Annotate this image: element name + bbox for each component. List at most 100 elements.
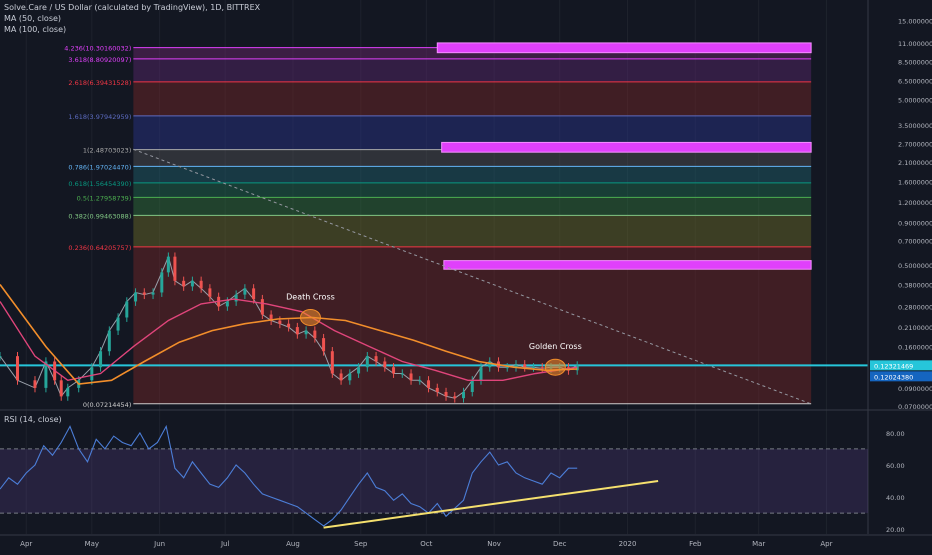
candle-body bbox=[134, 292, 138, 302]
rsi-band bbox=[0, 448, 868, 514]
y-tick-label: 5.00000000 bbox=[898, 97, 932, 105]
candle-body bbox=[462, 391, 466, 399]
fib-band bbox=[133, 81, 812, 116]
candle-body bbox=[90, 367, 94, 381]
y-tick-label: 15.00000000 bbox=[898, 18, 932, 26]
candle-body bbox=[225, 301, 229, 307]
fib-band bbox=[133, 58, 812, 82]
y-tick-label: 0.28000000 bbox=[898, 303, 932, 311]
candle-body bbox=[313, 330, 317, 339]
candle-body bbox=[348, 373, 352, 381]
candle-body bbox=[304, 330, 308, 335]
candle-body bbox=[418, 380, 422, 382]
fib-band bbox=[133, 215, 812, 247]
y-tick-label: 0.90000000 bbox=[898, 220, 932, 228]
cross-annotation: Golden Cross bbox=[529, 342, 582, 351]
chart-title: Solve.Care / US Dollar (calculated by Tr… bbox=[4, 3, 261, 12]
candle-body bbox=[0, 356, 2, 358]
fib-level-label: 0.236(0.64205757) bbox=[68, 244, 131, 252]
chart-canvas: 0(0.07214454) 0.236(0.64205757) 0.382(0.99… bbox=[0, 0, 932, 550]
y-tick-label: 2.10000000 bbox=[898, 159, 932, 167]
x-tick-label: May bbox=[85, 540, 99, 548]
target-zone bbox=[443, 260, 812, 270]
candle-body bbox=[435, 387, 439, 392]
rsi-tick-label: 80.00 bbox=[886, 430, 905, 438]
fib-band bbox=[133, 182, 812, 198]
candle-body bbox=[199, 280, 203, 289]
candle-body bbox=[339, 373, 343, 381]
fib-level-label: 0.5(1.27958739) bbox=[77, 194, 132, 202]
x-tick-label: Mar bbox=[752, 540, 765, 548]
x-tick-label: Nov bbox=[487, 540, 501, 548]
x-tick-label: Oct bbox=[420, 540, 432, 548]
candle-body bbox=[208, 288, 212, 297]
fib-band bbox=[133, 197, 812, 216]
x-tick-label: Sep bbox=[354, 540, 368, 548]
rsi-tick-label: 20.00 bbox=[886, 526, 905, 534]
x-tick-label: Dec bbox=[553, 540, 567, 548]
fib-level-label: 2.618(6.39431528) bbox=[68, 79, 131, 87]
candle-body bbox=[99, 351, 103, 368]
candle-body bbox=[400, 373, 404, 375]
candle-body bbox=[322, 338, 326, 352]
candle-body bbox=[142, 292, 146, 295]
x-tick-label: Aug bbox=[286, 540, 300, 548]
cross-marker bbox=[544, 358, 566, 376]
y-tick-label: 6.50000000 bbox=[898, 78, 932, 86]
candle-body bbox=[453, 396, 457, 399]
fib-level-label: 1.618(3.97942959) bbox=[68, 113, 131, 121]
candle-body bbox=[116, 317, 120, 331]
candle-body bbox=[151, 292, 155, 295]
price-tag-label: 0.12024380 bbox=[874, 373, 913, 381]
y-tick-label: 1.60000000 bbox=[898, 178, 932, 186]
cross-marker bbox=[299, 308, 321, 326]
fib-level-label: 4.236(10.30160032) bbox=[64, 45, 131, 53]
x-tick-label: Jul bbox=[220, 540, 230, 548]
candle-body bbox=[278, 320, 282, 324]
candle-body bbox=[427, 380, 431, 388]
x-tick-label: Jun bbox=[153, 540, 165, 548]
rsi-legend: RSI (14, close) bbox=[4, 415, 62, 424]
candle-body bbox=[125, 301, 129, 318]
candle-body bbox=[383, 361, 387, 368]
candle-body bbox=[243, 288, 247, 295]
target-zone bbox=[436, 42, 812, 54]
candle-body bbox=[357, 367, 361, 374]
fib-level-label: 0.382(0.99463088) bbox=[68, 212, 131, 220]
rsi-tick-label: 40.00 bbox=[886, 494, 905, 502]
y-tick-label: 0.50000000 bbox=[898, 262, 932, 270]
candle-body bbox=[295, 327, 299, 335]
candle-body bbox=[287, 323, 291, 328]
y-tick-label: 0.16000000 bbox=[898, 344, 932, 352]
chart-root: 0(0.07214454) 0.236(0.64205757) 0.382(0.99… bbox=[0, 0, 932, 550]
candle-body bbox=[107, 330, 111, 352]
ma50-legend: MA (50, close) bbox=[4, 14, 62, 23]
candle-body bbox=[374, 356, 378, 362]
ma100-legend: MA (100, close) bbox=[4, 25, 67, 34]
candle-body bbox=[252, 288, 256, 300]
fib-level-label: 0(0.07214454) bbox=[83, 401, 132, 409]
candle-body bbox=[182, 280, 186, 287]
x-tick-label: 2020 bbox=[619, 540, 637, 548]
candle-body bbox=[173, 256, 177, 281]
x-tick-label: Feb bbox=[689, 540, 702, 548]
y-tick-label: 0.09000000 bbox=[898, 385, 932, 393]
candle-body bbox=[66, 387, 70, 397]
fib-level-label: 0.786(1.97024470) bbox=[68, 163, 131, 171]
candle-body bbox=[523, 364, 527, 368]
candle-body bbox=[330, 351, 334, 374]
y-tick-label: 1.20000000 bbox=[898, 199, 932, 207]
candle-body bbox=[190, 280, 194, 287]
y-tick-label: 8.50000000 bbox=[898, 58, 932, 66]
candle-body bbox=[479, 367, 483, 381]
cross-annotation: Death Cross bbox=[286, 292, 335, 301]
fib-level-label: 3.618(8.80920097) bbox=[68, 56, 131, 64]
rsi-tick-label: 60.00 bbox=[886, 462, 905, 470]
candle-body bbox=[33, 380, 37, 388]
candle-body bbox=[392, 367, 396, 374]
price-tag-label: 0.12321469 bbox=[874, 362, 913, 370]
candle-body bbox=[470, 380, 474, 392]
y-tick-label: 0.38000000 bbox=[898, 281, 932, 289]
y-tick-label: 2.70000000 bbox=[898, 141, 932, 149]
y-tick-label: 0.70000000 bbox=[898, 238, 932, 246]
